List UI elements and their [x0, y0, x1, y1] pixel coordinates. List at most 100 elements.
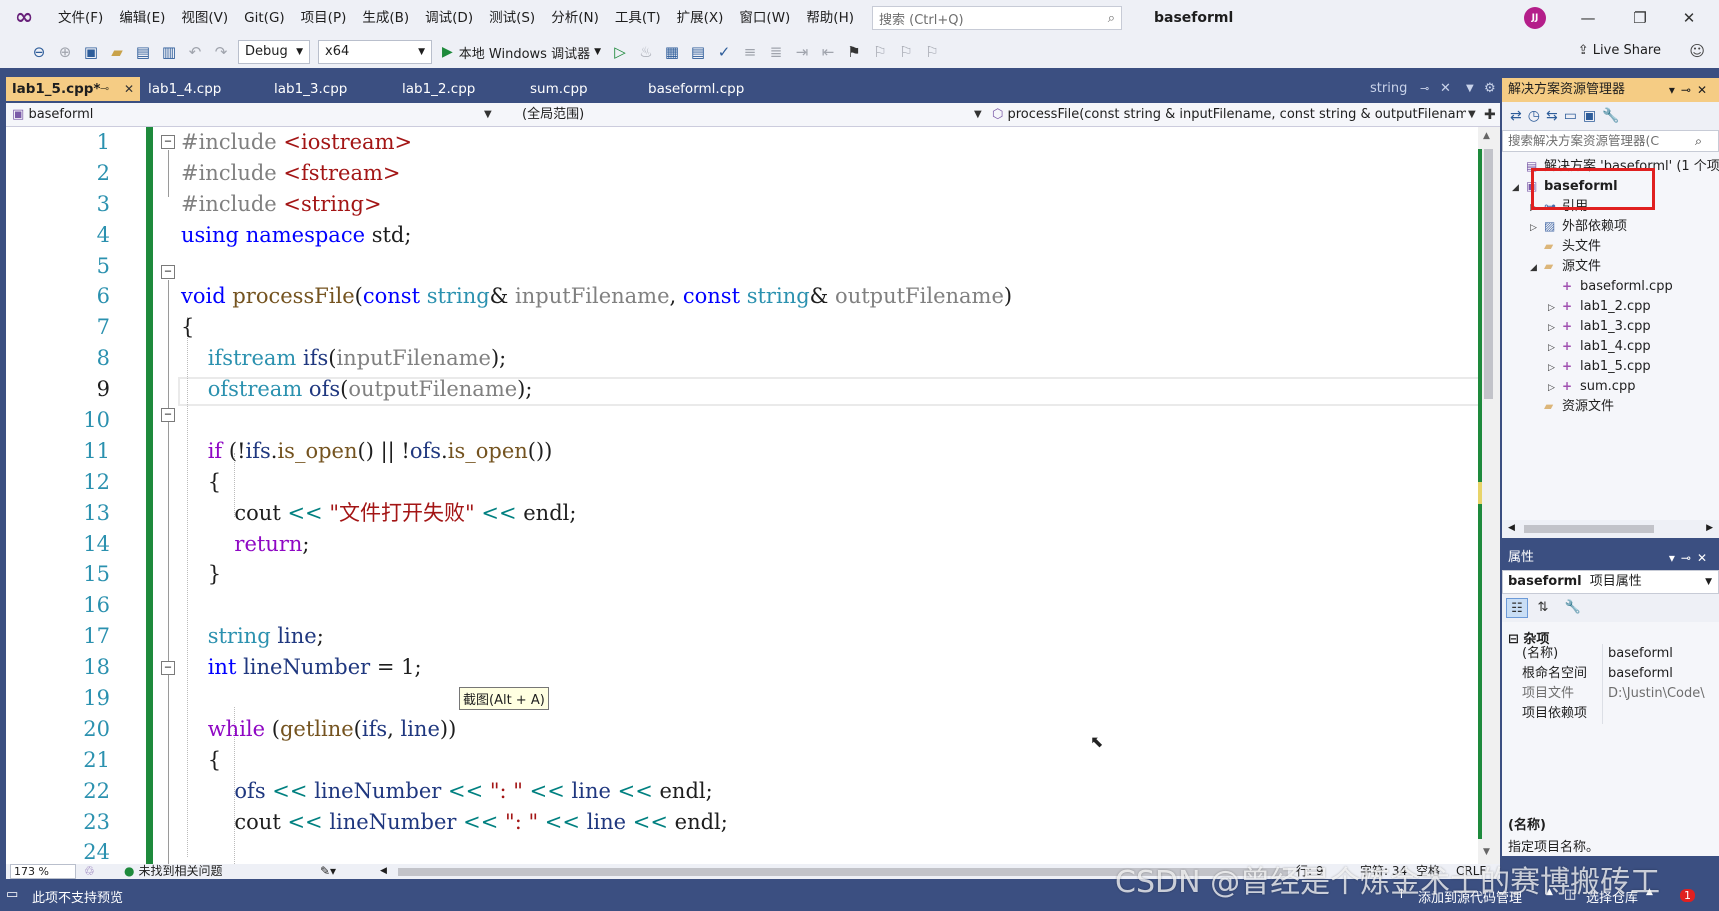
tree-file-lab1-3[interactable]: ▷ + lab1_3.cpp — [1548, 316, 1651, 337]
open-folder-icon[interactable]: ▰ — [106, 41, 128, 63]
prev-bookmark-icon[interactable]: ⚐ — [869, 41, 891, 63]
menu-edit[interactable]: 编辑(E) — [111, 0, 173, 36]
pin-icon[interactable]: ⊸ — [1681, 551, 1697, 565]
property-row[interactable]: (名称) baseforml — [1502, 644, 1719, 664]
close-panel-icon[interactable]: ✕ — [1697, 83, 1713, 97]
back-icon[interactable]: ⊖ — [28, 41, 50, 63]
close-panel-icon[interactable]: ✕ — [1697, 551, 1713, 565]
property-row[interactable]: 根命名空间 baseforml — [1502, 664, 1719, 684]
indent-icon[interactable]: ⇥ — [791, 41, 813, 63]
menu-tools[interactable]: 工具(T) — [607, 0, 669, 36]
tab-lab1-3[interactable]: lab1_3.cpp — [268, 77, 382, 101]
minimize-icon[interactable]: — — [1565, 0, 1611, 36]
property-pages-icon[interactable]: 🔧 — [1562, 598, 1584, 618]
tree-external-deps-node[interactable]: ▷ ▨ 外部依赖项 — [1530, 216, 1627, 237]
solution-explorer-hscroll[interactable]: ◀ ▶ — [1502, 520, 1719, 538]
tree-file-baseforml[interactable]: + baseforml.cpp — [1562, 276, 1673, 297]
categorized-icon[interactable]: ☷ — [1506, 598, 1528, 618]
close-tab-icon[interactable]: ✕ — [124, 77, 134, 101]
chevron-down-icon[interactable]: ▼ — [484, 105, 492, 125]
code-editor[interactable]: 1 2 3 4 5 6 7 8 9 10 11 12 13 14 15 16 1… — [6, 127, 1500, 864]
menu-help[interactable]: 帮助(H) — [798, 0, 862, 36]
collapse-icon[interactable]: − — [161, 135, 175, 149]
global-search-input[interactable]: 搜索 (Ctrl+Q) ⌕ — [872, 6, 1122, 30]
bookmark-icon[interactable]: ⚑ — [843, 41, 865, 63]
spell-check-icon[interactable]: ✓ — [713, 41, 735, 63]
collapse-all-icon[interactable]: ▭ — [1564, 108, 1583, 124]
tree-resources-node[interactable]: ▰ 资源文件 — [1544, 396, 1614, 417]
clear-bookmarks-icon[interactable]: ⚐ — [921, 41, 943, 63]
menu-analyze[interactable]: 分析(N) — [543, 0, 607, 36]
tree-file-sum[interactable]: ▷ + sum.cpp — [1548, 376, 1635, 397]
scrollbar-thumb[interactable] — [1484, 149, 1493, 399]
hot-reload-icon[interactable]: ♨ — [635, 41, 657, 63]
issues-indicator[interactable]: ● 未找到相关问题 — [124, 864, 223, 879]
save-all-icon[interactable]: ▥ — [158, 41, 180, 63]
property-row[interactable]: 项目文件 D:\Justin\Code\ — [1502, 684, 1719, 704]
properties-wrench-icon[interactable]: 🔧 — [1602, 108, 1625, 124]
show-all-files-icon[interactable]: ▣ — [1583, 108, 1602, 124]
tree-file-lab1-4[interactable]: ▷ + lab1_4.cpp — [1548, 336, 1651, 357]
tree-file-lab1-5[interactable]: ▷ + lab1_5.cpp — [1548, 356, 1651, 377]
notification-badge[interactable]: 1 — [1680, 889, 1695, 902]
uncomment-icon[interactable]: ≣ — [765, 41, 787, 63]
undo-icon[interactable]: ↶ — [184, 41, 206, 63]
close-window-icon[interactable]: ✕ — [1666, 0, 1712, 36]
start-without-debugging-icon[interactable]: ▷ — [609, 41, 631, 63]
collapse-icon[interactable]: − — [161, 265, 175, 279]
next-bookmark-icon[interactable]: ⚐ — [895, 41, 917, 63]
pin-icon[interactable]: ⊸ — [100, 77, 109, 101]
solution-explorer-search-input[interactable]: 搜索解决方案资源管理器(C ⌕ — [1502, 130, 1719, 152]
intellicode-icon[interactable]: ♲ — [84, 864, 95, 879]
scroll-left-icon[interactable]: ◀ — [1508, 523, 1515, 533]
sync-icon[interactable]: ⇆ — [1546, 108, 1564, 124]
configuration-select[interactable]: Debug ▼ — [238, 40, 310, 64]
scroll-down-icon[interactable]: ▼ — [1483, 847, 1490, 857]
forward-icon[interactable]: ⊕ — [54, 41, 76, 63]
comment-icon[interactable]: ≡ — [739, 41, 761, 63]
preview-tab-label[interactable]: string — [1370, 77, 1407, 101]
outdent-icon[interactable]: ⇤ — [817, 41, 839, 63]
tab-lab1-5[interactable]: lab1_5.cpp* ⊸ ✕ — [6, 77, 140, 101]
project-dropdown[interactable]: ▣ baseforml — [12, 105, 472, 125]
new-project-icon[interactable]: ▣ — [80, 41, 102, 63]
property-row[interactable]: 项目依赖项 — [1502, 704, 1719, 724]
tab-lab1-2[interactable]: lab1_2.cpp — [396, 77, 506, 101]
editor-vertical-scrollbar[interactable]: ▲ ▼ — [1478, 127, 1500, 864]
chevron-down-icon[interactable]: ▼ — [1468, 105, 1476, 125]
menu-window[interactable]: 窗口(W) — [731, 0, 798, 36]
menu-build[interactable]: 生成(B) — [354, 0, 417, 36]
member-dropdown[interactable]: ⬡ processFile(const string & inputFilena… — [992, 105, 1466, 125]
menu-file[interactable]: 文件(F) — [50, 0, 111, 36]
gear-icon[interactable]: ⚙ — [1484, 77, 1496, 101]
user-avatar[interactable]: JJ — [1524, 7, 1546, 29]
alphabetical-icon[interactable]: ⇅ — [1532, 598, 1554, 618]
collapse-icon[interactable]: − — [161, 661, 175, 675]
split-editor-icon[interactable]: ✚ — [1484, 105, 1496, 125]
tab-lab1-4[interactable]: lab1_4.cpp — [142, 77, 256, 101]
close-preview-icon[interactable]: ✕ — [1440, 77, 1451, 101]
menu-view[interactable]: 视图(V) — [173, 0, 236, 36]
code-text[interactable]: #include <iostream> #include <fstream> #… — [181, 127, 1481, 864]
scope-dropdown[interactable]: (全局范围) — [522, 105, 962, 125]
pending-changes-icon[interactable]: ◷ — [1528, 108, 1546, 124]
pin-icon[interactable]: ⊸ — [1681, 83, 1697, 97]
switch-views-icon[interactable]: ⇄ — [1510, 108, 1528, 124]
tree-file-lab1-2[interactable]: ▷ + lab1_2.cpp — [1548, 296, 1651, 317]
properties-object-select[interactable]: baseforml 项目属性 ▼ — [1502, 570, 1719, 594]
tab-baseforml[interactable]: baseforml.cpp — [642, 77, 792, 101]
scroll-right-icon[interactable]: ▶ — [1706, 523, 1713, 533]
tab-sum[interactable]: sum.cpp — [524, 77, 634, 101]
scroll-left-icon[interactable]: ◀ — [380, 864, 387, 879]
scroll-up-icon[interactable]: ▲ — [1483, 131, 1490, 141]
menu-extensions[interactable]: 扩展(X) — [669, 0, 732, 36]
menu-test[interactable]: 测试(S) — [481, 0, 543, 36]
redo-icon[interactable]: ↷ — [210, 41, 232, 63]
code-cleanup-icon[interactable]: ✎▾ — [320, 864, 336, 879]
tree-headers-node[interactable]: ▰ 头文件 — [1544, 236, 1601, 257]
layout-icon[interactable]: ▤ — [687, 41, 709, 63]
panel-menu-icon[interactable]: ▾ — [1669, 83, 1681, 97]
scrollbar-thumb[interactable] — [1524, 525, 1654, 533]
feedback-icon[interactable]: ☺ — [1689, 42, 1705, 60]
menu-project[interactable]: 项目(P) — [293, 0, 355, 36]
